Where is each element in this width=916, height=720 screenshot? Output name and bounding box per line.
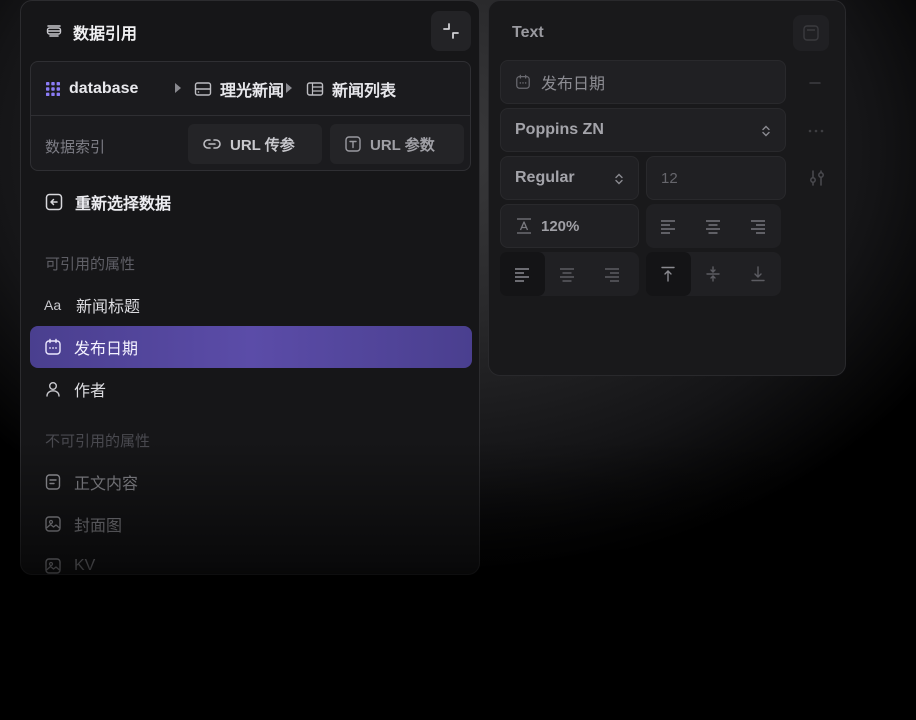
align-top-icon (661, 266, 675, 282)
panel-title: 数据引用 (73, 26, 138, 43)
breadcrumb-item-database[interactable]: database (45, 78, 138, 100)
attr-item-body-content: 正文内容 (30, 461, 472, 503)
sliders-icon[interactable] (807, 168, 827, 188)
valign-top-button[interactable] (646, 252, 691, 296)
updown-chevron-icon (762, 125, 770, 137)
breadcrumb-label: 新闻列表 (332, 83, 397, 100)
reselect-label: 重新选择数据 (75, 196, 172, 213)
bound-field-label: 发布日期 (541, 76, 606, 93)
database-icon (194, 82, 212, 96)
para-align-left-button[interactable] (500, 252, 545, 296)
collapse-button[interactable] (431, 11, 471, 51)
align-right-icon (751, 220, 765, 234)
layers-icon (46, 25, 62, 37)
table-icon (306, 82, 324, 96)
back-arrow-icon (45, 193, 63, 211)
more-dots-icon[interactable] (807, 123, 825, 139)
data-source-box: database 理光新闻 新闻列表 数据索引 URL 传参 URL 参数 (30, 61, 471, 171)
align-right-button[interactable] (736, 204, 781, 248)
non-referable-section-label: 不可引用的属性 (45, 433, 151, 450)
align-center-button[interactable] (691, 204, 736, 248)
attr-item-news-title[interactable]: Aa 新闻标题 (30, 284, 472, 326)
minus-icon[interactable] (807, 75, 823, 91)
align-left-icon (661, 220, 675, 234)
reselect-data-button[interactable]: 重新选择数据 (45, 191, 171, 213)
attr-item-author[interactable]: 作者 (30, 368, 472, 410)
svg-text:Aa: Aa (44, 297, 61, 313)
attr-label: 封面图 (74, 518, 123, 535)
referable-section-label: 可引用的属性 (45, 256, 136, 273)
bound-data-field[interactable]: 发布日期 (500, 60, 786, 104)
frame-icon (803, 25, 819, 41)
attr-label: KV (74, 557, 96, 574)
align-center-icon (706, 220, 720, 234)
paragraph-align-group (500, 252, 639, 296)
calendar-icon (516, 74, 530, 89)
calendar-icon (45, 338, 61, 355)
image-icon (45, 516, 61, 532)
align-left-button[interactable] (646, 204, 691, 248)
breadcrumb: database 理光新闻 新闻列表 (31, 62, 470, 116)
url-button-label: URL 参数 (370, 136, 435, 154)
align-bottom-icon (751, 266, 765, 282)
attr-item-publish-date[interactable]: 发布日期 (30, 326, 472, 368)
para-align-right-button[interactable] (590, 252, 635, 296)
line-height-icon (517, 218, 531, 234)
text-align-group (646, 204, 781, 248)
valign-middle-button[interactable] (691, 252, 736, 296)
chevron-right-icon (286, 83, 292, 93)
image-icon (45, 558, 61, 574)
text-properties-panel: Text 发布日期 Poppins ZN Regular 12 120% (488, 0, 846, 376)
valign-bottom-button[interactable] (736, 252, 781, 296)
attr-item-cover-image: 封面图 (30, 503, 472, 545)
align-middle-icon (706, 266, 720, 282)
font-size-input[interactable]: 12 (646, 156, 786, 200)
user-icon (46, 382, 60, 397)
line-height-input[interactable]: 120% (500, 204, 639, 248)
font-size-value: 12 (661, 169, 678, 187)
attr-label: 作者 (74, 383, 107, 400)
align-center-icon (560, 268, 574, 282)
attr-label: 正文内容 (74, 476, 139, 493)
breadcrumb-label: database (69, 80, 139, 97)
grid-logo-icon (46, 82, 60, 96)
panel-toggle-button[interactable] (793, 15, 829, 51)
breadcrumb-item-list[interactable]: 新闻列表 (306, 78, 396, 100)
panel-header: 数据引用 (21, 1, 479, 61)
url-param-button[interactable]: URL 参数 (330, 124, 464, 164)
text-panel-title: Text (512, 24, 544, 41)
updown-chevron-icon (615, 173, 623, 185)
text-box-icon (345, 136, 361, 152)
chevron-right-icon (175, 83, 181, 93)
breadcrumb-item-collection[interactable]: 理光新闻 (194, 78, 284, 100)
vertical-align-group (646, 252, 781, 296)
align-left-icon (515, 268, 529, 282)
font-family-select[interactable]: Poppins ZN (500, 108, 786, 152)
collapse-icon (443, 23, 459, 39)
link-icon (203, 139, 221, 149)
font-family-value: Poppins ZN (515, 121, 604, 138)
line-height-value: 120% (541, 217, 580, 235)
url-pass-param-button[interactable]: URL 传参 (188, 124, 322, 164)
data-index-label: 数据索引 (45, 139, 106, 156)
breadcrumb-label: 理光新闻 (220, 83, 285, 100)
font-weight-value: Regular (515, 169, 575, 186)
align-right-icon (605, 268, 619, 282)
font-weight-select[interactable]: Regular (500, 156, 639, 200)
text-type-icon: Aa (44, 297, 61, 313)
data-reference-panel: 数据引用 database 理光新闻 新闻列表 数据索引 URL 传参 URL … (20, 0, 480, 575)
document-icon (45, 474, 61, 490)
attr-label: 发布日期 (74, 341, 139, 358)
url-button-label: URL 传参 (230, 136, 295, 154)
attr-label: 新闻标题 (76, 299, 141, 316)
para-align-center-button[interactable] (545, 252, 590, 296)
attr-item-kv: KV (30, 545, 472, 574)
